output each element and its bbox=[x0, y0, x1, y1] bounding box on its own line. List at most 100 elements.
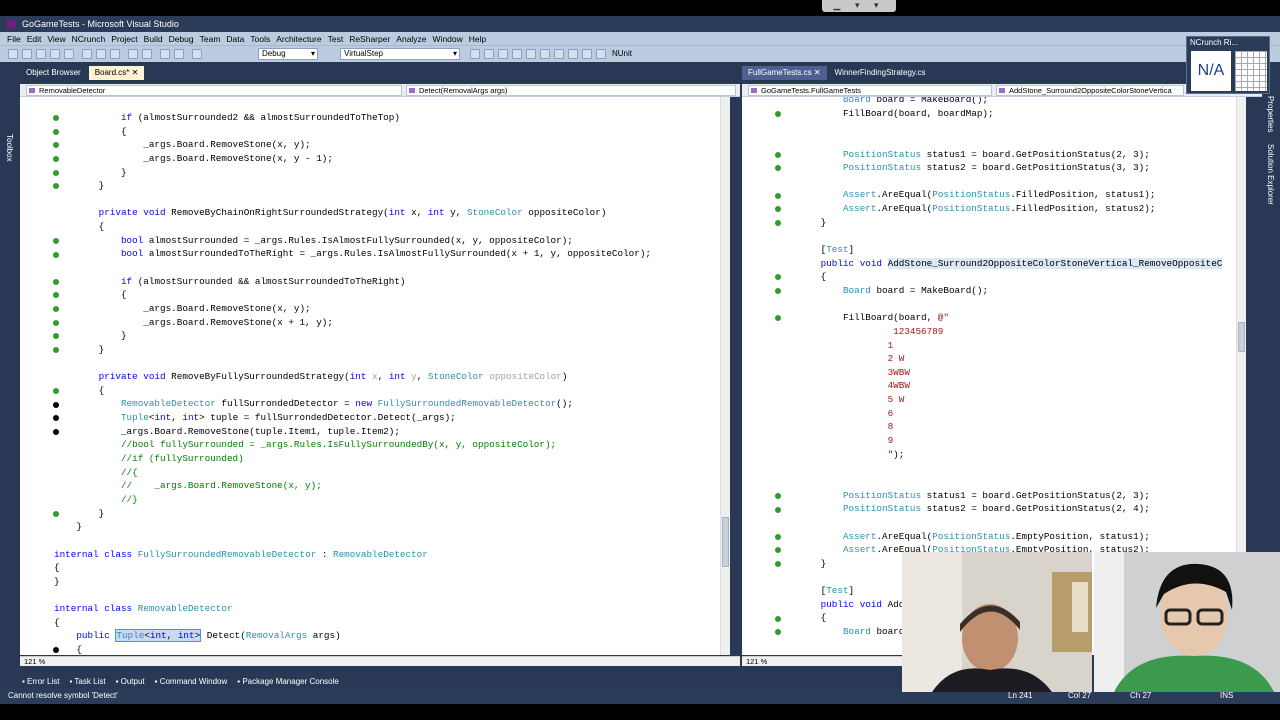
code-line[interactable]: { bbox=[54, 220, 651, 234]
code-line[interactable]: } bbox=[54, 166, 651, 180]
code-line[interactable]: 1 bbox=[776, 339, 1222, 353]
code-line[interactable]: "); bbox=[776, 448, 1222, 462]
paste-icon[interactable] bbox=[110, 49, 120, 59]
menu-test[interactable]: Test bbox=[328, 34, 344, 44]
right-scroll-thumb[interactable] bbox=[1238, 322, 1245, 352]
save-icon[interactable] bbox=[50, 49, 60, 59]
code-line[interactable]: { bbox=[54, 643, 651, 655]
code-line[interactable]: 2 W bbox=[776, 352, 1222, 366]
code-line[interactable]: { bbox=[54, 384, 651, 398]
code-line[interactable]: if (almostSurrounded && almostSurrounded… bbox=[54, 275, 651, 289]
code-line[interactable]: } bbox=[54, 343, 651, 357]
properties-tab[interactable]: Properties bbox=[1266, 96, 1275, 132]
code-line[interactable]: { bbox=[54, 125, 651, 139]
code-line[interactable]: { bbox=[54, 561, 651, 575]
code-line[interactable]: Assert.AreEqual(PositionStatus.EmptyPosi… bbox=[776, 530, 1222, 544]
code-line[interactable] bbox=[776, 134, 1222, 148]
copy-icon[interactable] bbox=[96, 49, 106, 59]
menu-debug[interactable]: Debug bbox=[169, 34, 194, 44]
toolbox-icon[interactable] bbox=[526, 49, 536, 59]
menu-build[interactable]: Build bbox=[144, 34, 163, 44]
code-line[interactable]: if (almostSurrounded2 && almostSurrounde… bbox=[54, 111, 651, 125]
code-line[interactable] bbox=[776, 298, 1222, 312]
right-type-select[interactable]: GoGameTests.FullGameTests bbox=[748, 85, 992, 96]
left-scroll-thumb[interactable] bbox=[722, 517, 729, 567]
solution-configuration-select[interactable]: Debug bbox=[258, 48, 318, 60]
code-line[interactable] bbox=[54, 193, 651, 207]
open-file-icon[interactable] bbox=[36, 49, 46, 59]
code-line[interactable]: 4WBW bbox=[776, 379, 1222, 393]
code-line[interactable]: internal class RemovableDetector bbox=[54, 602, 651, 616]
code-line[interactable]: Board board = MakeBoard(); bbox=[776, 97, 1222, 107]
code-line[interactable]: public Tuple<int, int> Detect(RemovalArg… bbox=[54, 629, 651, 643]
code-line[interactable]: { bbox=[54, 616, 651, 630]
tab-board-cs[interactable]: Board.cs* ✕ bbox=[88, 66, 145, 80]
code-line[interactable]: { bbox=[776, 270, 1222, 284]
menu-analyze[interactable]: Analyze bbox=[396, 34, 426, 44]
left-zoom-level[interactable]: 121 % bbox=[24, 657, 45, 666]
code-line[interactable]: 6 bbox=[776, 407, 1222, 421]
code-line[interactable] bbox=[776, 175, 1222, 189]
code-line[interactable]: public void AddStone_Surround2OppositeCo… bbox=[776, 257, 1223, 271]
menu-data[interactable]: Data bbox=[226, 34, 244, 44]
code-line[interactable]: _args.Board.RemoveStone(x, y); bbox=[54, 138, 651, 152]
start-debugging-icon[interactable] bbox=[192, 49, 202, 59]
code-line[interactable]: 3WBW bbox=[776, 366, 1222, 380]
redo-icon[interactable] bbox=[142, 49, 152, 59]
code-line[interactable] bbox=[54, 357, 651, 371]
code-line[interactable]: 123456789 bbox=[776, 325, 1222, 339]
menu-view[interactable]: View bbox=[47, 34, 65, 44]
code-line[interactable]: FillBoard(board, @" bbox=[776, 311, 1222, 325]
code-line[interactable]: PositionStatus status2 = board.GetPositi… bbox=[776, 502, 1222, 516]
close-tab-icon[interactable]: ✕ bbox=[814, 68, 821, 77]
undo-icon[interactable] bbox=[128, 49, 138, 59]
code-line[interactable]: private void RemoveByChainOnRightSurroun… bbox=[54, 206, 651, 220]
code-line[interactable]: //bool fullySurrounded = _args.Rules.IsF… bbox=[54, 438, 651, 452]
code-line[interactable]: 8 bbox=[776, 420, 1222, 434]
code-line[interactable]: _args.Board.RemoveStone(x + 1, y); bbox=[54, 316, 651, 330]
code-line[interactable]: _args.Board.RemoveStone(x, y); bbox=[54, 302, 651, 316]
tab-winner-finding-strategy[interactable]: WinnerFindingStrategy.cs bbox=[829, 66, 932, 80]
menu-help[interactable]: Help bbox=[469, 34, 486, 44]
code-line[interactable]: } bbox=[54, 520, 651, 534]
find-in-files-icon[interactable] bbox=[470, 49, 480, 59]
bottom-tab-output[interactable]: ▪ Output bbox=[116, 677, 145, 686]
navigate-back-icon[interactable] bbox=[160, 49, 170, 59]
menu-project[interactable]: Project bbox=[111, 34, 137, 44]
code-line[interactable]: PositionStatus status1 = board.GetPositi… bbox=[776, 489, 1222, 503]
code-line[interactable]: Tuple<int, int> tuple = fullSurrondedDet… bbox=[54, 411, 651, 425]
left-code-editor[interactable]: if (almostSurrounded2 && almostSurrounde… bbox=[20, 97, 720, 655]
toolbox-tab[interactable]: Toolbox bbox=[5, 134, 14, 162]
menu-edit[interactable]: Edit bbox=[27, 34, 42, 44]
code-line[interactable]: } bbox=[54, 507, 651, 521]
right-member-select[interactable]: AddStone_Surround2OppositeColorStoneVert… bbox=[996, 85, 1184, 96]
code-line[interactable]: Board board = MakeBoard(); bbox=[776, 284, 1222, 298]
add-item-icon[interactable] bbox=[22, 49, 32, 59]
code-line[interactable]: private void RemoveByFullySurroundedStra… bbox=[54, 370, 651, 384]
code-line[interactable]: Assert.AreEqual(PositionStatus.FilledPos… bbox=[776, 202, 1222, 216]
code-line[interactable]: 5 W bbox=[776, 393, 1222, 407]
left-code-text[interactable]: if (almostSurrounded2 && almostSurrounde… bbox=[54, 111, 651, 655]
window-top-controls[interactable]: ▁ ▾ ▾ bbox=[822, 0, 896, 12]
code-line[interactable]: _args.Board.RemoveStone(x, y - 1); bbox=[54, 152, 651, 166]
code-line[interactable]: Assert.AreEqual(PositionStatus.FilledPos… bbox=[776, 188, 1222, 202]
properties-icon[interactable] bbox=[498, 49, 508, 59]
more-tools-icon[interactable] bbox=[568, 49, 578, 59]
code-line[interactable]: RemovableDetector fullSurrondedDetector … bbox=[54, 397, 651, 411]
solution-explorer-tab[interactable]: Solution Explorer bbox=[1266, 144, 1275, 205]
extension-manager-icon[interactable] bbox=[554, 49, 564, 59]
run-tests-icon[interactable] bbox=[582, 49, 592, 59]
code-line[interactable] bbox=[776, 229, 1222, 243]
code-line[interactable]: [Test] bbox=[776, 243, 1222, 257]
menu-tools[interactable]: Tools bbox=[250, 34, 270, 44]
code-line[interactable]: } bbox=[776, 216, 1222, 230]
tab-full-game-tests[interactable]: FullGameTests.cs ✕ bbox=[742, 66, 827, 80]
new-project-icon[interactable] bbox=[8, 49, 18, 59]
start-page-icon[interactable] bbox=[540, 49, 550, 59]
code-line[interactable]: _args.Board.RemoveStone(tuple.Item1, tup… bbox=[54, 425, 651, 439]
code-line[interactable]: FillBoard(board, boardMap); bbox=[776, 107, 1222, 121]
tab-object-browser[interactable]: Object Browser bbox=[20, 66, 87, 80]
code-line[interactable]: 9 bbox=[776, 434, 1222, 448]
member-select[interactable]: Detect(RemovalArgs args) bbox=[406, 85, 736, 96]
menu-file[interactable]: File bbox=[7, 34, 21, 44]
